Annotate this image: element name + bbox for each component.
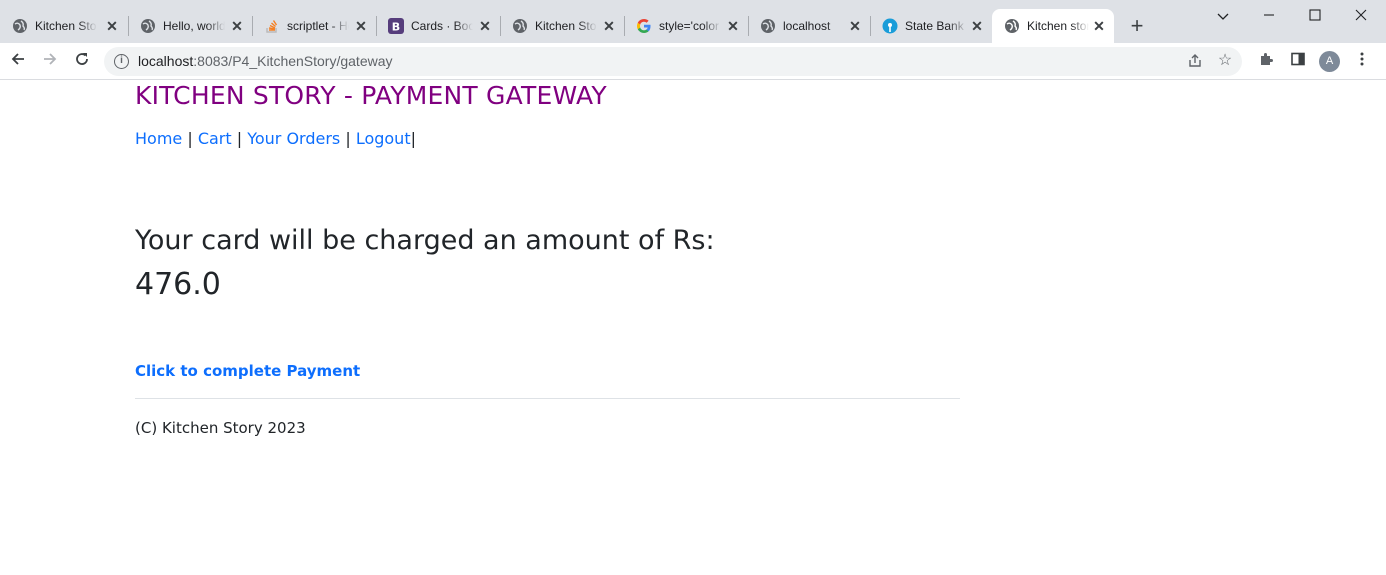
new-tab-button[interactable]: + — [1126, 15, 1148, 37]
tab-scriptlet[interactable]: scriptlet - How ✕ — [252, 9, 377, 43]
browser-toolbar: i localhost:8083/P4_KitchenStory/gateway… — [0, 43, 1386, 80]
nav-link-cart[interactable]: Cart — [198, 129, 232, 148]
tab-title: style='color — [659, 19, 719, 33]
close-icon[interactable]: ✕ — [477, 18, 493, 34]
globe-icon — [1004, 18, 1020, 34]
side-panel-icon[interactable] — [1288, 51, 1308, 71]
globe-icon — [140, 18, 156, 34]
tab-google-search[interactable]: style='color ✕ — [624, 9, 749, 43]
close-icon[interactable]: ✕ — [353, 18, 369, 34]
back-arrow-icon[interactable] — [8, 51, 28, 71]
globe-icon — [12, 18, 28, 34]
page-title: KITCHEN STORY - PAYMENT GATEWAY — [135, 81, 607, 110]
window-close-icon[interactable] — [1351, 6, 1371, 26]
more-menu-icon[interactable] — [1352, 51, 1372, 71]
close-icon[interactable]: ✕ — [1091, 18, 1107, 34]
tab-kitchen-story-active[interactable]: Kitchen story ✕ — [992, 9, 1114, 43]
tab-title: Cards · Bootstrap — [411, 19, 473, 33]
google-icon — [636, 18, 652, 34]
extensions-puzzle-icon[interactable] — [1256, 51, 1276, 71]
tab-title: Kitchen Story — [35, 19, 97, 33]
share-icon[interactable] — [1186, 53, 1204, 71]
tab-cards-bootstrap[interactable]: B Cards · Bootstrap ✕ — [376, 9, 501, 43]
tab-kitchen-story-1[interactable]: Kitchen Story ✕ — [0, 9, 129, 43]
tab-kitchen-story-2[interactable]: Kitchen Story ✕ — [500, 9, 625, 43]
globe-icon — [760, 18, 776, 34]
bookmark-star-icon[interactable]: ☆ — [1216, 52, 1234, 70]
tab-search-icon[interactable] — [1213, 6, 1233, 26]
stackoverflow-icon — [264, 18, 280, 34]
complete-payment-link[interactable]: Click to complete Payment — [135, 362, 360, 380]
close-icon[interactable]: ✕ — [229, 18, 245, 34]
reload-icon[interactable] — [72, 51, 92, 71]
tab-title: Kitchen Story — [535, 19, 597, 33]
footer-divider — [135, 398, 960, 399]
close-icon[interactable]: ✕ — [601, 18, 617, 34]
tab-title: Kitchen story — [1027, 19, 1089, 33]
close-icon[interactable]: ✕ — [725, 18, 741, 34]
nav-separator: | — [340, 129, 356, 148]
minimize-icon[interactable] — [1259, 6, 1279, 26]
url-host: localhost — [138, 53, 194, 69]
url-path: :8083/P4_KitchenStory/gateway — [193, 53, 393, 69]
url-text[interactable]: localhost:8083/P4_KitchenStory/gateway — [138, 53, 393, 70]
nav-trailing-separator: | — [410, 129, 416, 148]
tab-hello-world[interactable]: Hello, world! ✕ — [128, 9, 253, 43]
profile-avatar[interactable]: A — [1319, 51, 1340, 72]
address-bar[interactable]: i localhost:8083/P4_KitchenStory/gateway… — [104, 47, 1242, 76]
nav-link-home[interactable]: Home — [135, 129, 182, 148]
sbi-icon — [882, 18, 898, 34]
globe-icon — [512, 18, 528, 34]
maximize-icon[interactable] — [1305, 6, 1325, 26]
tab-state-bank[interactable]: State Bank ✕ — [870, 9, 992, 43]
tab-title: Hello, world! — [163, 19, 225, 33]
site-info-icon[interactable]: i — [114, 54, 129, 69]
charge-amount: 476.0 — [135, 267, 221, 302]
tab-strip: Kitchen Story ✕ Hello, world! ✕ scriptle… — [0, 0, 1386, 43]
close-icon[interactable]: ✕ — [104, 18, 120, 34]
close-icon[interactable]: ✕ — [847, 18, 863, 34]
nav-separator: | — [182, 129, 198, 148]
nav-link-orders[interactable]: Your Orders — [247, 129, 340, 148]
tab-localhost[interactable]: localhost ✕ — [748, 9, 871, 43]
close-icon[interactable]: ✕ — [969, 18, 985, 34]
tab-title: scriptlet - How — [287, 19, 349, 33]
svg-text:B: B — [392, 21, 400, 34]
nav-link-logout[interactable]: Logout — [356, 129, 411, 148]
nav-links: Home | Cart | Your Orders | Logout| — [135, 129, 416, 148]
forward-arrow-icon[interactable] — [40, 51, 60, 71]
charge-message: Your card will be charged an amount of R… — [135, 225, 715, 256]
page-viewport: KITCHEN STORY - PAYMENT GATEWAY Home | C… — [0, 81, 1386, 575]
page-footer: (C) Kitchen Story 2023 — [135, 419, 306, 437]
nav-separator: | — [231, 129, 248, 148]
tab-title: localhost — [783, 19, 831, 33]
tab-title: State Bank — [905, 19, 964, 33]
bootstrap-icon: B — [388, 18, 404, 34]
